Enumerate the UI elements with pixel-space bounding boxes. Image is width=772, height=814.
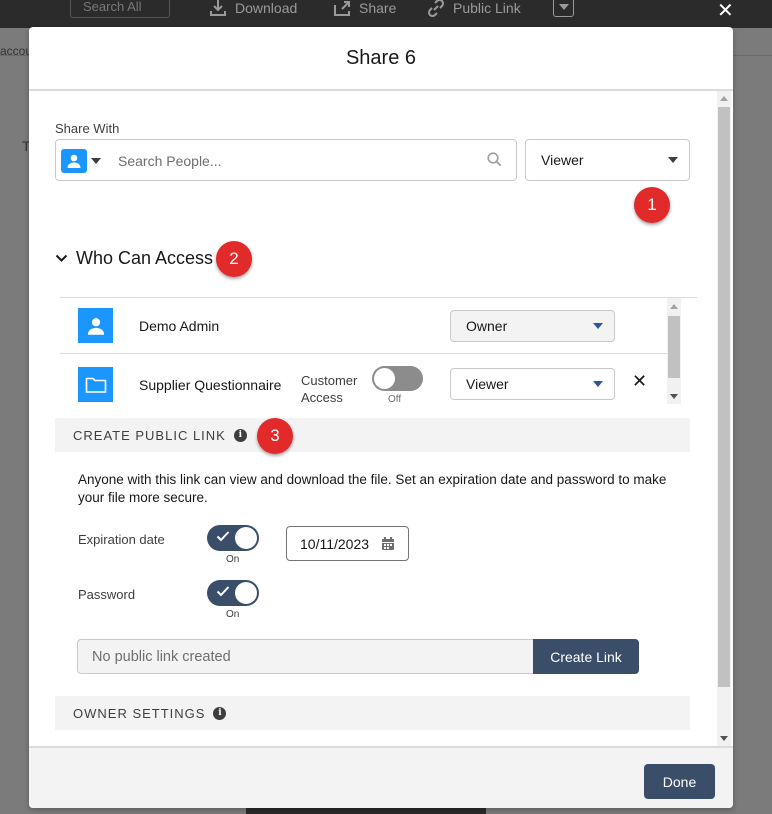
access-row: Demo Admin Owner — [60, 298, 667, 354]
expiration-date-toggle[interactable] — [207, 525, 259, 551]
modal-body: Share With Viewer 1 Who Can Access 2 — [29, 91, 733, 747]
scroll-down-icon[interactable] — [720, 736, 728, 741]
annotation-badge-3: 3 — [257, 418, 293, 454]
role-select[interactable]: Viewer — [450, 368, 615, 400]
who-can-access-heading: Who Can Access — [76, 248, 214, 268]
toggle-knob — [235, 582, 257, 604]
modal-title: Share 6 — [345, 46, 417, 69]
info-icon[interactable]: i — [233, 428, 247, 442]
scroll-thumb[interactable] — [668, 316, 680, 378]
create-public-link-section[interactable]: CREATE PUBLIC LINK i — [55, 418, 690, 452]
info-icon[interactable]: i — [213, 706, 227, 720]
scroll-thumb[interactable] — [718, 107, 730, 687]
create-link-button[interactable]: Create Link — [533, 639, 639, 674]
user-icon — [61, 149, 87, 173]
password-label: Password — [78, 587, 136, 602]
public-link-placeholder: No public link created — [92, 648, 231, 665]
customer-access-toggle[interactable] — [372, 366, 423, 391]
search-icon — [487, 152, 502, 167]
access-list-scrollbar[interactable] — [667, 298, 681, 404]
background-bottom-bar — [246, 808, 486, 814]
public-link-description: Anyone with this link can view and downl… — [78, 472, 667, 505]
user-icon — [78, 308, 113, 343]
close-icon[interactable]: ✕ — [717, 1, 734, 21]
role-value: Owner — [466, 318, 508, 334]
more-actions-button[interactable] — [553, 0, 574, 17]
annotation-badge-1: 1 — [634, 187, 670, 223]
modal-header: Share 6 — [29, 27, 733, 91]
access-name: Supplier Questionnaire — [139, 377, 282, 393]
download-action[interactable]: Download — [209, 0, 297, 16]
search-people-input[interactable] — [118, 149, 478, 173]
owner-settings-heading: OWNER SETTINGS — [73, 705, 206, 721]
chevron-down-icon — [91, 158, 101, 164]
public-link-action[interactable]: Public Link — [427, 0, 521, 17]
chevron-down-icon — [593, 381, 603, 387]
link-icon — [427, 0, 445, 17]
customer-access-label: Customer Access — [301, 373, 358, 404]
scroll-down-icon[interactable] — [670, 394, 678, 399]
permission-select[interactable]: Viewer — [525, 139, 690, 181]
folder-icon — [78, 367, 113, 402]
check-icon — [216, 586, 230, 597]
toggle-knob — [235, 527, 257, 549]
public-link-field[interactable]: No public link created — [77, 639, 534, 674]
download-label: Download — [235, 0, 298, 16]
access-list: Demo Admin Owner Supplier Questionnaire … — [60, 297, 697, 404]
toggle-knob — [374, 368, 395, 389]
scroll-up-icon[interactable] — [720, 96, 728, 101]
role-value: Viewer — [466, 376, 509, 392]
access-row: Supplier Questionnaire Customer Access O… — [60, 354, 667, 404]
create-public-link-heading: CREATE PUBLIC LINK — [73, 427, 226, 443]
remove-access-icon[interactable]: ✕ — [632, 372, 647, 390]
modal-scrollbar[interactable] — [717, 91, 731, 746]
expiration-date-input[interactable]: 10/11/2023 — [286, 526, 409, 561]
toggle-state-label: Off — [388, 394, 402, 404]
share-modal: Share 6 Share With Viewer 1 Who Can Acce… — [29, 27, 733, 808]
annotation-badge-2: 2 — [216, 241, 252, 277]
share-with-label: Share With — [55, 121, 120, 136]
toggle-state-label: On — [226, 609, 240, 620]
modal-footer: Done — [29, 746, 733, 808]
permission-value: Viewer — [541, 152, 584, 168]
background-fragment: accou — [0, 44, 33, 58]
chevron-down-icon — [55, 254, 68, 262]
scroll-up-icon[interactable] — [670, 304, 678, 309]
share-label: Share — [359, 0, 397, 16]
download-icon — [210, 0, 226, 16]
people-type-picker[interactable] — [61, 149, 107, 173]
share-icon — [334, 1, 350, 16]
share-action[interactable]: Share — [333, 0, 396, 16]
access-name: Demo Admin — [139, 318, 220, 334]
chevron-down-icon — [668, 157, 678, 163]
password-toggle[interactable] — [207, 580, 259, 606]
chevron-down-icon — [558, 3, 569, 10]
public-link-label: Public Link — [453, 0, 521, 16]
chevron-down-icon — [593, 323, 603, 329]
app-toolbar: Search All Download Share Public Link ✕ — [0, 0, 772, 28]
owner-settings-section[interactable]: OWNER SETTINGS i — [55, 696, 690, 730]
expiration-date-value: 10/11/2023 — [300, 535, 370, 552]
people-search-box — [55, 139, 517, 181]
role-select[interactable]: Owner — [450, 310, 615, 342]
toggle-state-label: On — [226, 554, 240, 565]
who-can-access-toggle[interactable]: Who Can Access — [55, 248, 213, 269]
expiration-date-label: Expiration date — [78, 532, 165, 547]
search-all-stub[interactable]: Search All — [70, 0, 170, 18]
check-icon — [216, 531, 230, 542]
done-button[interactable]: Done — [644, 764, 715, 799]
calendar-icon[interactable] — [381, 537, 395, 551]
